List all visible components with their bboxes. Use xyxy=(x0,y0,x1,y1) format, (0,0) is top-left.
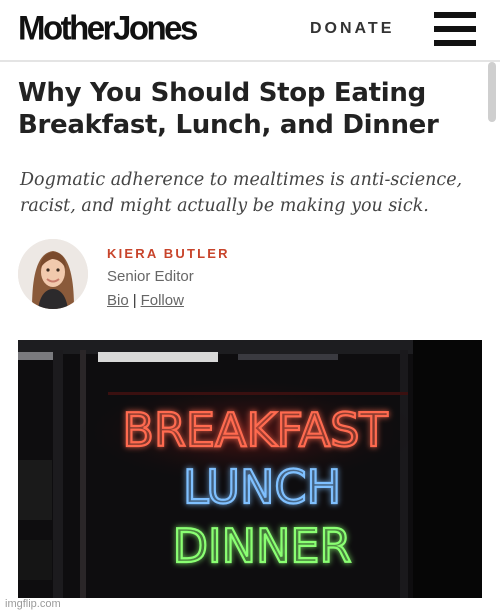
author-follow-link[interactable]: Follow xyxy=(141,292,184,309)
donate-button[interactable]: DONATE xyxy=(310,20,394,38)
link-separator: | xyxy=(132,292,137,309)
hamburger-menu-icon[interactable] xyxy=(434,12,476,46)
author-links: Bio | Follow xyxy=(107,292,184,309)
article-title: Why You Should Stop Eating Breakfast, Lu… xyxy=(18,78,439,140)
site-logo[interactable]: MotherJones xyxy=(18,8,198,48)
article-hero-image: BREAKFAST LUNCH DINNER xyxy=(18,340,482,598)
imgflip-watermark: imgflip.com xyxy=(5,598,61,610)
neon-breakfast: BREAKFAST xyxy=(122,403,388,457)
author-bio-link[interactable]: Bio xyxy=(107,292,129,309)
author-role: Senior Editor xyxy=(107,268,194,285)
header-divider xyxy=(0,60,500,62)
author-name[interactable]: KIERA BUTLER xyxy=(107,246,230,261)
author-avatar[interactable] xyxy=(18,239,88,309)
site-header: MotherJones DONATE xyxy=(0,0,500,60)
scrollbar[interactable] xyxy=(488,62,496,122)
neon-lunch: LUNCH xyxy=(183,460,341,514)
neon-dinner: DINNER xyxy=(173,519,352,573)
article-dek: Dogmatic adherence to mealtimes is anti-… xyxy=(20,170,463,216)
